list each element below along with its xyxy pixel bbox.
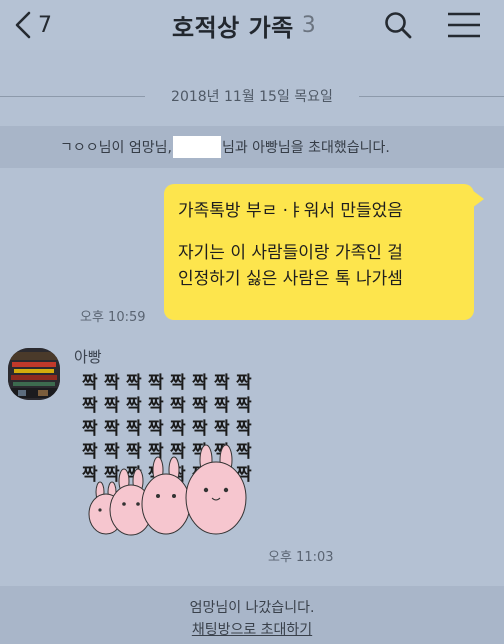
sender-name: 아빵 <box>74 348 102 366</box>
system-message-leave: 엄망님이 나갔습니다. 채팅방으로 초대하기 <box>0 586 504 644</box>
sticker-char: 짝 <box>214 419 230 439</box>
sticker-char: 짝 <box>192 396 208 416</box>
member-count: 3 <box>301 12 316 38</box>
sticker-char: 짝 <box>126 419 142 439</box>
sticker-char: 짝 <box>82 373 98 393</box>
redacted-name <box>172 136 221 158</box>
sticker-image[interactable]: 짝짝짝짝짝짝짝짝짝짝짝짝짝짝짝짝짝짝짝짝짝짝짝짝짝짝짝짝짝짝짝짝짝짝짝짝짝짝짝짝 <box>80 372 260 552</box>
sticker-char: 짝 <box>126 442 142 462</box>
sticker-char: 짝 <box>104 396 120 416</box>
invite-text-before: ㄱㅇㅇ님이 엄망님, <box>60 140 172 156</box>
search-icon[interactable] <box>383 10 413 40</box>
avatar-image <box>8 348 60 400</box>
message-line: 인정하기 싫은 사람은 톡 나가셈 <box>178 269 403 289</box>
back-button[interactable]: 7 <box>14 8 52 42</box>
leave-text: 엄망님이 나갔습니다. <box>189 600 315 616</box>
message-time: 오후 11:03 <box>268 550 334 565</box>
sticker-char: 짝 <box>170 396 186 416</box>
divider <box>0 96 145 97</box>
sticker-char: 짝 <box>82 396 98 416</box>
message-time: 오후 10:59 <box>80 310 146 325</box>
message-line-gap <box>178 224 462 240</box>
date-label: 2018년 11월 15일 목요일 <box>171 89 333 105</box>
sticker-char: 짝 <box>192 419 208 439</box>
sticker-char: 짝 <box>192 373 208 393</box>
unread-count: 7 <box>38 12 52 38</box>
message-line: 가족톡방 부ㄹ ·ㅑ워서 만들었음 <box>178 201 403 221</box>
chevron-left-icon <box>15 11 31 39</box>
sticker-char: 짝 <box>104 442 120 462</box>
sticker-char: 짝 <box>148 396 164 416</box>
date-separator: 2018년 11월 15일 목요일 <box>0 84 504 108</box>
sticker-char: 짝 <box>126 373 142 393</box>
sticker-char: 짝 <box>104 419 120 439</box>
sticker-char: 짝 <box>82 442 98 462</box>
sticker-char: 짝 <box>170 419 186 439</box>
sticker-char: 짝 <box>214 396 230 416</box>
sticker-char: 짝 <box>170 373 186 393</box>
divider <box>359 96 504 97</box>
sticker-char: 짝 <box>82 419 98 439</box>
sticker-char: 짝 <box>236 396 252 416</box>
sticker-char: 짝 <box>82 465 98 485</box>
sticker-char: 짝 <box>148 373 164 393</box>
chat-title-area[interactable]: 호적상 가족 3 <box>172 8 316 42</box>
my-message-bubble[interactable]: 가족톡방 부ㄹ ·ㅑ워서 만들었음 자기는 이 사람들이랑 가족인 걸 인정하기… <box>164 184 474 320</box>
sticker-char: 짝 <box>104 373 120 393</box>
sticker-char: 짝 <box>236 373 252 393</box>
avatar[interactable] <box>8 348 60 400</box>
chat-title: 호적상 가족 <box>172 13 294 42</box>
reinvite-link[interactable]: 채팅방으로 초대하기 <box>0 619 504 639</box>
system-message-invite: ㄱㅇㅇ님이 엄망님, 님과 아빵님을 초대했습니다. <box>0 126 504 168</box>
message-line: 자기는 이 사람들이랑 가족인 걸 <box>178 243 403 263</box>
sticker-char: 짝 <box>214 373 230 393</box>
sticker-char: 짝 <box>236 419 252 439</box>
sticker-char: 짝 <box>148 419 164 439</box>
sticker-char: 짝 <box>126 396 142 416</box>
bubble-tail <box>472 190 484 208</box>
invite-text-after: 님과 아빵님을 초대했습니다. <box>221 140 390 156</box>
menu-icon[interactable] <box>446 9 482 41</box>
sticker-char: 짝 <box>236 442 252 462</box>
chat-header: 7 호적상 가족 3 <box>0 0 504 50</box>
